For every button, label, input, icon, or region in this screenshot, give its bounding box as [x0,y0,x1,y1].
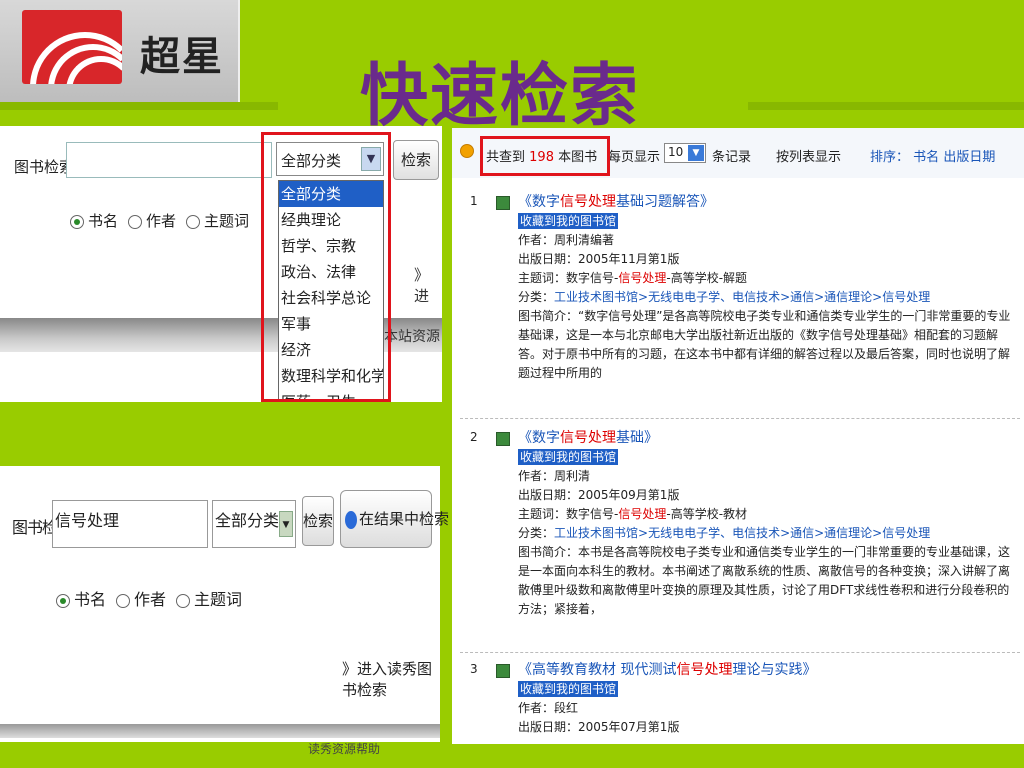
book-category[interactable]: 分类：工业技术图书馆>无线电电子学、电信技术>通信>通信理论>信号处理 [518,288,1018,307]
search-in-results-button[interactable]: 在结果中检索 [340,490,449,548]
footer-bar [0,724,440,738]
info-icon [460,144,474,158]
search-button[interactable]: 检索 [302,496,334,546]
search-field-radios: 书名 作者 主题词 [56,586,242,610]
book-subject: 主题词：数字信号-信号处理-高等学校-教材 [518,507,748,521]
footer-text: 读秀资源帮助 [308,742,381,756]
book-date: 出版日期：2005年11月第1版 [518,252,680,266]
radio-title[interactable]: 书名 [56,586,106,610]
result-number: 2 [470,430,478,444]
book-date: 出版日期：2005年09月第1版 [518,488,680,502]
divider-left [0,102,278,110]
list-view-link[interactable]: 按列表显示 [776,146,841,165]
add-to-library-link[interactable]: 收藏到我的图书馆 [518,213,619,229]
radio-subject[interactable]: 主题词 [186,210,249,231]
category-select[interactable]: 全部分类 ▼ [212,500,296,548]
book-author: 作者：段红 [518,701,579,715]
radio-author[interactable]: 作者 [116,586,166,610]
results-panel: 共查到 198 本图书 每页显示 10 ▼ 条记录 按列表显示 排序： 书名 出版… [452,128,1024,744]
footer-bar-text: 本站资源 [384,329,440,345]
category-selected: 全部分类 [215,511,280,530]
sort-by-name[interactable]: 书名 [913,150,939,165]
divider [460,418,1020,419]
book-title-link[interactable]: 《高等教育教材 现代测试信号处理理论与实践》 [518,660,1018,680]
book-summary: 图书简介：“数字信号处理”是各高等院校电子类专业和通信类专业学生的一门非常重要的… [518,309,1011,380]
book-author: 作者：周利清编著 [518,233,615,247]
book-date: 出版日期：2005年07月第1版 [518,720,680,734]
per-page-label: 每页显示 [608,150,661,165]
per-page-select[interactable]: 10 ▼ [664,143,706,163]
book-icon [496,196,510,210]
records-label: 条记录 [712,150,752,165]
arrow-icon [345,510,357,529]
page-title: 快速检索 [360,56,641,136]
sort-by-date[interactable]: 出版日期 [943,150,995,165]
search-input[interactable] [66,142,272,178]
result-number: 1 [470,194,478,208]
search-panel-bottom: 图书检索 信号处理 全部分类 ▼ 检索 在结果中检索 书名 作者 主题词 》进入… [0,466,449,742]
highlight-box-dropdown [261,132,391,402]
book-icon [496,432,510,446]
logo-text: 超星 [140,34,224,80]
radio-subject[interactable]: 主题词 [176,586,242,610]
book-subject: 主题词：数字信号-信号处理-高等学校-解题 [518,271,748,285]
logo-box: 超星 [0,0,240,102]
book-icon [496,664,510,678]
book-author: 作者：周利清 [518,469,591,483]
book-title-link[interactable]: 《数字信号处理基础》 [518,428,1018,448]
goto-link[interactable]: 》进 [414,264,442,306]
goto-duxiu-link[interactable]: 》进入读秀图书检索 [342,658,440,700]
add-to-library-link[interactable]: 收藏到我的图书馆 [518,449,619,465]
chevron-down-icon: ▼ [688,145,704,161]
book-summary: 图书简介：本书是各高等院校电子类专业和通信类专业学生的一门非常重要的专业基础课，… [518,545,1011,616]
logo-icon [22,10,122,84]
sort-options: 排序： 书名 出版日期 [870,150,996,165]
add-to-library-link[interactable]: 收藏到我的图书馆 [518,681,619,697]
chevron-down-icon[interactable]: ▼ [279,511,293,537]
divider [460,652,1020,653]
search-label: 图书检索 [14,158,75,176]
divider-right [748,102,1024,110]
radio-title[interactable]: 书名 [70,210,118,231]
book-title-link[interactable]: 《数字信号处理基础习题解答》 [518,192,1018,212]
highlight-box-count [480,136,610,176]
book-category[interactable]: 分类：工业技术图书馆>无线电电子学、电信技术>通信>通信理论>信号处理 [518,524,1018,543]
radio-author[interactable]: 作者 [128,210,176,231]
search-field-radios: 书名 作者 主题词 [70,210,249,231]
search-button[interactable]: 检索 [393,140,439,180]
search-input[interactable]: 信号处理 [52,500,208,548]
result-number: 3 [470,662,478,676]
